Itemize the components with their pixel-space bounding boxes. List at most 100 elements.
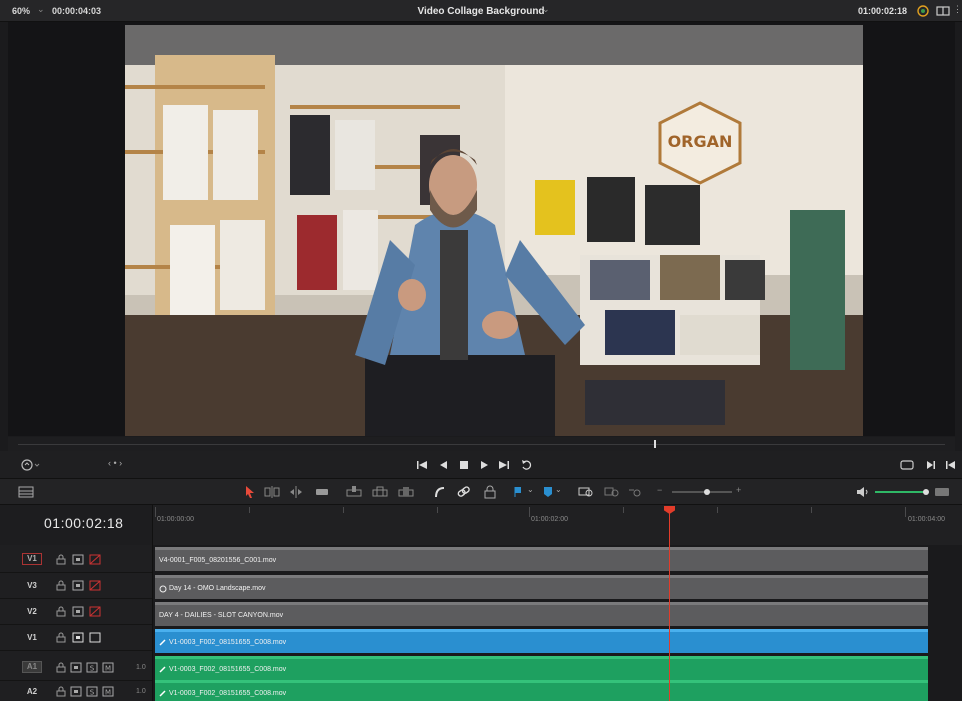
mute-icon[interactable]: M (102, 686, 114, 697)
video-frame-image: ORGAN (125, 25, 863, 436)
link-icon[interactable] (456, 485, 472, 499)
record-timecode: 01:00:02:18 (858, 6, 908, 16)
trim-icon[interactable] (264, 485, 280, 499)
track-volume: 1.0 (136, 688, 146, 695)
ruler-label: 01:00:04:00 (908, 516, 945, 523)
loop-icon[interactable] (520, 458, 534, 472)
selection-icon[interactable] (242, 485, 258, 499)
flag-icon[interactable] (512, 485, 528, 499)
ruler-label: 01:00:00:00 (157, 516, 194, 523)
video-frame[interactable]: ORGAN (125, 25, 863, 436)
lock-icon[interactable] (55, 580, 67, 591)
timeline-timecode[interactable]: 01:00:02:18 (44, 515, 123, 531)
zoom-slider-knob[interactable] (704, 489, 710, 495)
disable-video-icon[interactable] (89, 606, 101, 617)
video-enabled-icon[interactable] (89, 632, 101, 643)
lock-icon[interactable] (482, 485, 498, 499)
track-header-a2[interactable]: A2 S M 1.0 (0, 679, 152, 701)
insert-icon[interactable] (346, 485, 362, 499)
volume-slider-knob[interactable] (923, 489, 929, 495)
timeline-playhead[interactable] (669, 508, 670, 701)
title-chevron-down-icon[interactable]: ⌄ (542, 4, 550, 15)
track-header-v2[interactable]: V2 (0, 599, 152, 625)
zoom-out-icon[interactable]: − (657, 485, 662, 495)
lock-icon[interactable] (55, 632, 67, 643)
lock-icon[interactable] (55, 554, 67, 565)
track-name[interactable]: V2 (22, 607, 42, 616)
flag-chevron-down-icon[interactable]: ⌄ (527, 485, 534, 494)
more-options-icon[interactable]: ⋮ (953, 4, 962, 15)
zoom-slider[interactable] (672, 491, 732, 493)
track-volume: 1.0 (136, 664, 146, 671)
track-name[interactable]: V3 (22, 581, 42, 590)
speaker-icon[interactable] (856, 486, 870, 498)
timeline-audio-clip[interactable]: V1-0003_F002_08151655_C008.mov (155, 680, 928, 701)
timeline-tracks[interactable]: V4-0001_F005_08201556_C001.mov Day 14 - … (152, 545, 962, 701)
auto-select-icon[interactable] (70, 662, 82, 673)
dynamic-trim-icon[interactable] (288, 485, 304, 499)
zoom-in-icon[interactable]: + (736, 485, 741, 495)
scrubber-playhead[interactable] (654, 440, 656, 448)
play-icon[interactable] (478, 459, 490, 471)
snap-icon[interactable] (432, 485, 448, 499)
track-name[interactable]: V1 (22, 633, 42, 642)
viewer-scrubber[interactable] (8, 437, 955, 451)
lock-icon[interactable] (55, 606, 67, 617)
track-name[interactable]: V1 (22, 553, 42, 565)
track-header-v1[interactable]: V1 (0, 625, 152, 651)
edit-toolbar: ⌄ ⌄ − + (0, 479, 962, 505)
lock-icon[interactable] (55, 686, 67, 697)
jump-start-icon[interactable] (416, 459, 428, 471)
timeline-view-options-icon[interactable] (18, 486, 34, 498)
disable-video-icon[interactable] (89, 580, 101, 591)
marker-icon[interactable] (540, 485, 556, 499)
audio-meter-icon[interactable] (934, 486, 950, 498)
mute-icon[interactable]: M (102, 662, 114, 673)
track-header-v4[interactable]: V1 (0, 547, 152, 573)
solo-icon[interactable]: S (86, 686, 98, 697)
color-wheel-icon[interactable] (916, 4, 930, 18)
zoom-full-icon[interactable] (578, 485, 594, 499)
next-frame-icon[interactable] (925, 459, 937, 471)
transport-bar: ‹ • › (0, 451, 962, 479)
ruler-label: 01:00:02:00 (531, 516, 568, 523)
reverse-icon[interactable] (438, 459, 450, 471)
zoom-detail-icon[interactable] (604, 485, 620, 499)
lock-icon[interactable] (55, 662, 67, 673)
fullscreen-icon[interactable] (900, 459, 914, 471)
auto-select-icon[interactable] (72, 606, 84, 617)
disable-video-icon[interactable] (89, 554, 101, 565)
overwrite-icon[interactable] (372, 485, 388, 499)
jump-end-icon[interactable] (498, 459, 510, 471)
blade-icon[interactable] (314, 485, 330, 499)
timeline-title[interactable]: Video Collage Background (0, 6, 962, 17)
timeline-clip[interactable]: Day 14 - OMO Landscape.mov (155, 575, 928, 599)
clip-name: V4-0001_F005_08201556_C001.mov (159, 557, 277, 564)
timeline-audio-clip[interactable]: V1-0003_F002_08151655_C008.mov (155, 656, 928, 680)
timeline-ruler[interactable]: 01:00:00:00 01:00:02:00 01:00:04:00 (152, 505, 962, 545)
replace-icon[interactable] (398, 485, 414, 499)
svg-text:M: M (105, 665, 111, 673)
track-header-v3[interactable]: V3 (0, 573, 152, 599)
zoom-custom-icon[interactable] (628, 485, 644, 499)
track-name[interactable]: A2 (22, 687, 42, 696)
auto-select-icon[interactable] (70, 686, 82, 697)
auto-select-icon[interactable] (72, 580, 84, 591)
speed-dial-icon[interactable] (20, 458, 42, 472)
marker-chevron-down-icon[interactable]: ⌄ (555, 485, 562, 494)
link-icon (159, 690, 166, 697)
auto-select-icon[interactable] (72, 632, 84, 643)
timeline-clip[interactable]: DAY 4 - DAILIES - SLOT CANYON.mov (155, 602, 928, 626)
track-header-a1[interactable]: A1 S M 1.0 (0, 655, 152, 681)
stop-icon[interactable] (458, 459, 470, 471)
volume-slider[interactable] (875, 491, 927, 493)
solo-icon[interactable]: S (86, 662, 98, 673)
clip-name: DAY 4 - DAILIES - SLOT CANYON.mov (159, 612, 284, 619)
auto-select-icon[interactable] (72, 554, 84, 565)
track-name[interactable]: A1 (22, 661, 42, 673)
clip-nav-arrows[interactable]: ‹ • › (108, 458, 122, 468)
timeline-clip-selected[interactable]: V1-0003_F002_08151655_C008.mov (155, 629, 928, 653)
prev-frame-icon[interactable] (945, 459, 957, 471)
dual-viewer-icon[interactable] (936, 4, 950, 18)
timeline-clip[interactable]: V4-0001_F005_08201556_C001.mov (155, 547, 928, 571)
